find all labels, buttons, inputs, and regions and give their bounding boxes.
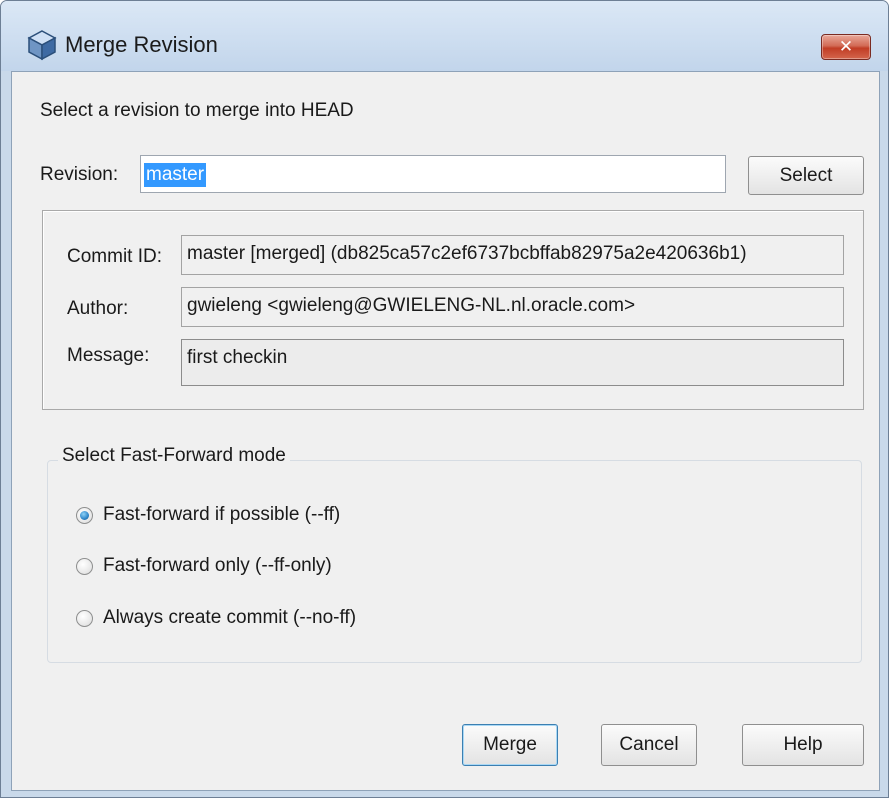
fast-forward-legend: Select Fast-Forward mode bbox=[58, 445, 290, 467]
radio-button[interactable] bbox=[76, 609, 93, 627]
close-icon: ✕ bbox=[838, 37, 854, 56]
commit-id-field: master [merged] (db825ca57c2ef6737bcbffa… bbox=[181, 235, 844, 275]
radio-button-checked[interactable] bbox=[76, 506, 93, 524]
commit-id-label: Commit ID: bbox=[67, 246, 162, 267]
revision-input[interactable]: master bbox=[140, 155, 726, 193]
revision-input-value: master bbox=[144, 163, 207, 187]
message-label: Message: bbox=[67, 345, 150, 366]
radio-ff-only[interactable]: Fast-forward only (--ff-only) bbox=[76, 551, 332, 581]
radio-ff-label: Fast-forward if possible (--ff) bbox=[103, 504, 341, 525]
revision-label: Revision: bbox=[40, 164, 119, 185]
author-label: Author: bbox=[67, 298, 129, 319]
merge-revision-dialog: Merge Revision ✕ Select a revision to me… bbox=[0, 0, 889, 798]
radio-no-ff[interactable]: Always create commit (--no-ff) bbox=[76, 603, 356, 633]
title-bar[interactable]: Merge Revision ✕ bbox=[1, 1, 888, 71]
close-button[interactable]: ✕ bbox=[821, 34, 871, 60]
window-title: Merge Revision bbox=[65, 32, 218, 57]
fast-forward-group: Select Fast-Forward mode Fast-forward if… bbox=[47, 445, 862, 663]
help-button[interactable]: Help bbox=[742, 724, 864, 766]
cancel-button[interactable]: Cancel bbox=[601, 724, 697, 766]
radio-ff-only-label: Fast-forward only (--ff-only) bbox=[103, 555, 332, 576]
merge-button[interactable]: Merge bbox=[462, 724, 558, 766]
commit-info-panel: Commit ID: master [merged] (db825ca57c2e… bbox=[42, 210, 864, 410]
select-button[interactable]: Select bbox=[748, 156, 864, 195]
radio-ff[interactable]: Fast-forward if possible (--ff) bbox=[76, 500, 340, 530]
radio-button[interactable] bbox=[76, 557, 93, 575]
radio-no-ff-label: Always create commit (--no-ff) bbox=[103, 607, 357, 628]
cube-icon bbox=[27, 29, 57, 61]
dialog-heading: Select a revision to merge into HEAD bbox=[40, 100, 354, 121]
author-field: gwieleng <gwieleng@GWIELENG-NL.nl.oracle… bbox=[181, 287, 844, 327]
message-field: first checkin bbox=[181, 339, 844, 386]
dialog-body: Select a revision to merge into HEAD Rev… bbox=[11, 71, 880, 791]
